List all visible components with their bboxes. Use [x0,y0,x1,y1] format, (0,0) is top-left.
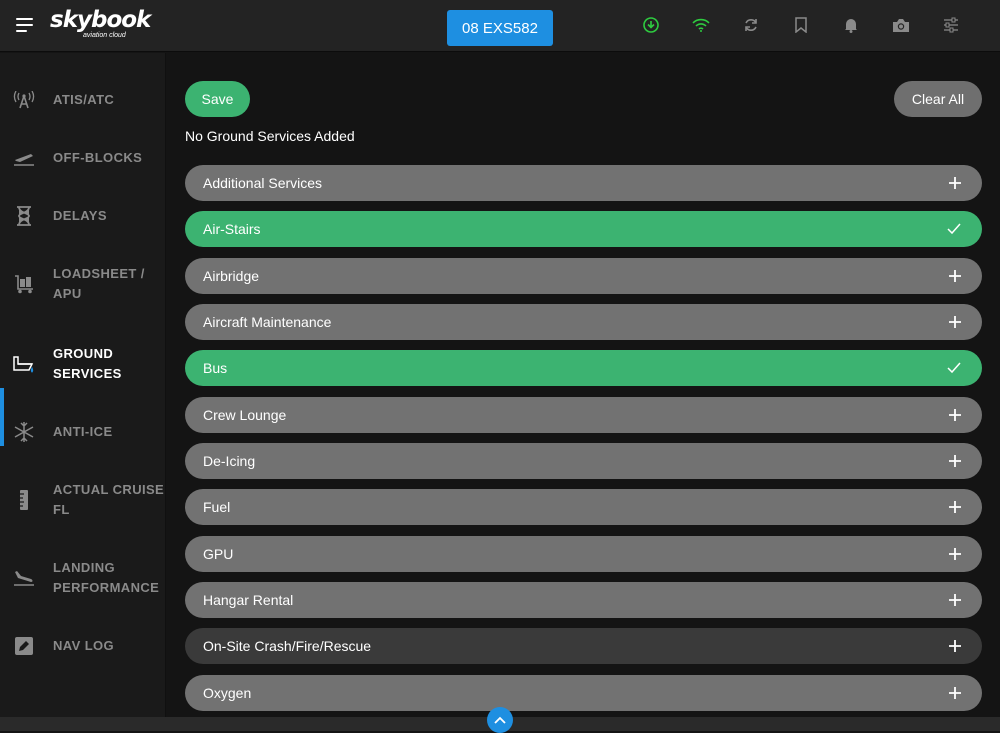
service-row-additional-services[interactable]: Additional Services [185,165,982,201]
sidebar-item-off-blocks[interactable]: OFF-BLOCKS [0,147,166,169]
bell-icon[interactable] [826,14,876,36]
sync-icon[interactable] [726,14,776,36]
service-row-air-stairs[interactable]: Air-Stairs [185,211,982,247]
plus-icon[interactable] [948,454,962,468]
sidebar-item-label: DELAYS [53,208,107,223]
settings-sliders-icon[interactable] [926,14,976,36]
plus-icon[interactable] [948,176,962,190]
bookmark-icon[interactable] [776,14,826,36]
plus-icon[interactable] [948,593,962,607]
sidebar-item-loadsheet-apu[interactable]: LOADSHEET / APU [0,263,166,305]
check-icon[interactable] [946,222,962,236]
service-row-aircraft-maintenance[interactable]: Aircraft Maintenance [185,304,982,340]
plus-icon[interactable] [948,315,962,329]
sidebar-item-landing-performance[interactable]: LANDING PERFORMANCE [0,557,166,599]
service-row-bus[interactable]: Bus [185,350,982,386]
service-row-crew-lounge[interactable]: Crew Lounge [185,397,982,433]
sidebar-item-label: ACTUAL CRUISE FL [53,482,165,517]
top-bar: skybook aviation cloud 08 EXS582 [0,0,1000,52]
sidebar-item-atis-atc[interactable]: ATIS/ATC [0,89,166,111]
sidebar-item-actual-cruise-fl[interactable]: ACTUAL CRUISE FL [0,479,166,521]
wifi-icon[interactable] [676,14,726,36]
camera-icon[interactable] [876,14,926,36]
chevron-up-icon [494,716,506,724]
service-row-de-icing[interactable]: De-Icing [185,443,982,479]
flight-selector-button[interactable]: 08 EXS582 [447,10,553,46]
snowflake-icon [12,420,36,444]
hourglass-icon [12,204,36,228]
sidebar-item-nav-log[interactable]: NAV LOG [0,635,166,657]
sidebar-item-label: ATIS/ATC [53,92,115,107]
clear-all-button[interactable]: Clear All [894,81,982,117]
fuel-truck-icon [12,352,36,376]
download-icon[interactable] [626,14,676,36]
plus-icon[interactable] [948,547,962,561]
sidebar-item-anti-ice[interactable]: ANTI-ICE [0,421,166,443]
plus-icon[interactable] [948,269,962,283]
sidebar-item-label: OFF-BLOCKS [53,150,143,165]
takeoff-icon [12,146,36,170]
service-row-on-site-crash-fire-rescue[interactable]: On-Site Crash/Fire/Rescue [185,628,982,664]
toolbar-icons [626,14,976,36]
plus-icon[interactable] [948,500,962,514]
plus-icon[interactable] [948,686,962,700]
sidebar: ATIS/ATC OFF-BLOCKS DELAYS LOADSHEET / A… [0,53,166,717]
service-row-airbridge[interactable]: Airbridge [185,258,982,294]
landing-icon [12,566,36,590]
sidebar-item-ground-services[interactable]: GROUND SERVICES [0,343,166,385]
service-row-gpu[interactable]: GPU [185,536,982,572]
plus-icon[interactable] [948,408,962,422]
sidebar-item-label: ANTI-ICE [53,424,113,439]
service-row-fuel[interactable]: Fuel [185,489,982,525]
luggage-cart-icon [12,272,36,296]
service-row-oxygen[interactable]: Oxygen [185,675,982,711]
status-text: No Ground Services Added [185,128,355,144]
plus-icon[interactable] [948,639,962,653]
sidebar-item-label: NAV LOG [53,638,115,653]
menu-icon[interactable] [16,18,33,32]
sidebar-item-label: LANDING PERFORMANCE [53,560,160,595]
edit-icon [12,634,36,658]
service-row-hangar-rental[interactable]: Hangar Rental [185,582,982,618]
save-button[interactable]: Save [185,81,250,117]
check-icon[interactable] [946,361,962,375]
scroll-to-top-button[interactable] [487,707,513,733]
radio-tower-icon [12,88,36,112]
sidebar-item-label: LOADSHEET / APU [53,266,145,301]
logo: skybook aviation cloud [50,7,151,39]
sidebar-item-label: GROUND SERVICES [53,346,122,381]
sidebar-item-delays[interactable]: DELAYS [0,205,166,227]
ruler-icon [12,488,36,512]
ground-services-panel: Save Clear All No Ground Services Added … [167,53,1000,717]
